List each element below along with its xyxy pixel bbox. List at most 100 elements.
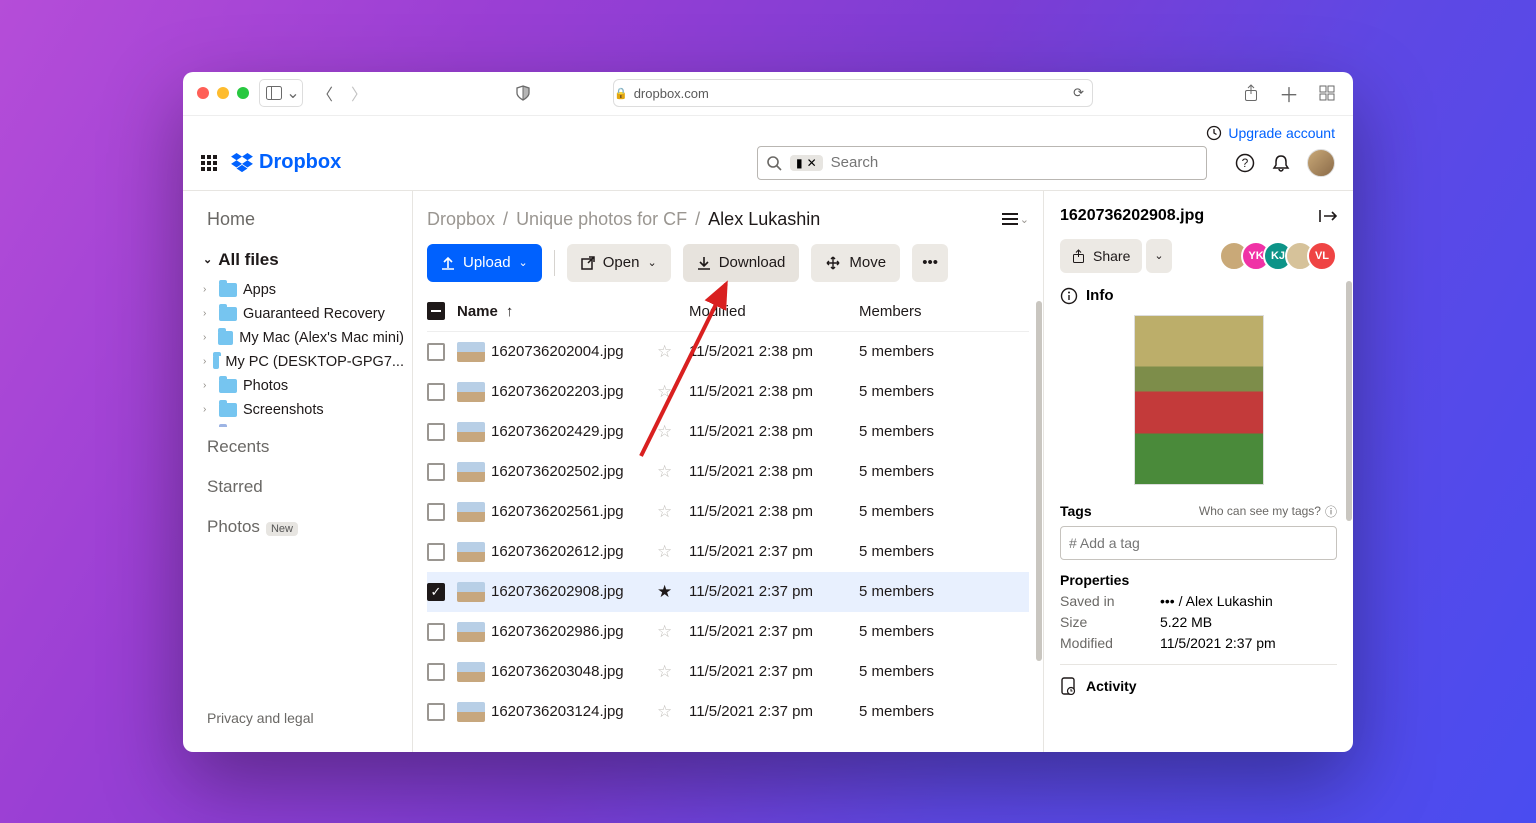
row-checkbox[interactable] [427,463,445,481]
star-icon[interactable]: ★ [657,582,689,602]
scrollbar[interactable] [1036,301,1042,661]
tabs-icon[interactable] [1315,81,1339,105]
chevron-right-icon: › [203,356,207,367]
bell-icon[interactable] [1271,153,1291,173]
table-row[interactable]: 1620736202561.jpg ☆ 11/5/2021 2:38 pm 5 … [427,492,1029,532]
row-checkbox[interactable] [427,543,445,561]
prop-val-saved[interactable]: ••• / Alex Lukashin [1160,593,1273,609]
folder-icon [218,331,234,345]
app-launcher-icon[interactable] [201,155,217,171]
back-button[interactable]: 〈 [313,81,337,105]
col-members[interactable]: Members [859,303,1029,320]
sidebar-recents[interactable]: Recents [183,427,412,467]
share-icon[interactable] [1239,81,1263,105]
search-bar[interactable]: ▮✕ [757,146,1207,180]
select-all-checkbox[interactable] [427,302,445,320]
new-tab-icon[interactable]: ＋ [1277,81,1301,105]
tags-visibility-link[interactable]: Who can see my tags?ⓘ [1199,503,1337,520]
row-checkbox[interactable] [427,343,445,361]
tree-item[interactable]: ›Screenshots [183,398,412,422]
crumb-root[interactable]: Dropbox [427,209,495,230]
share-button[interactable]: Share [1060,239,1142,273]
row-checkbox[interactable] [427,383,445,401]
forward-button[interactable]: 〉 [347,81,371,105]
sidebar-all-files[interactable]: ⌄All files [183,242,412,278]
table-row[interactable]: 1620736203124.jpg ☆ 11/5/2021 2:37 pm 5 … [427,692,1029,732]
sidebar-footer-link[interactable]: Privacy and legal [183,696,412,740]
share-options-button[interactable]: ⌄ [1146,239,1171,273]
sidebar: Home ⌄All files ›Apps›Guaranteed Recover… [183,191,413,752]
star-icon[interactable]: ☆ [657,542,689,562]
open-label: Open [603,254,640,271]
activity-section[interactable]: Activity [1060,664,1337,707]
star-icon[interactable]: ☆ [657,622,689,642]
browser-toolbar: ⌄ 〈 〉 🔒 dropbox.com ⟳ ＋ [183,72,1353,116]
scrollbar[interactable] [1346,281,1352,521]
sidebar-toggle[interactable]: ⌄ [259,79,303,107]
file-preview[interactable] [1134,315,1264,485]
member-avatars[interactable]: YKKJVL [1227,241,1337,271]
star-icon[interactable]: ☆ [657,382,689,402]
crumb-parent[interactable]: Unique photos for CF [516,209,687,230]
address-bar[interactable]: 🔒 dropbox.com ⟳ [613,79,1093,107]
col-name[interactable]: Name↑ [457,303,657,320]
folder-tree: ›Apps›Guaranteed Recovery›My Mac (Alex's… [183,278,412,427]
help-icon[interactable]: ? [1235,153,1255,173]
file-modified: 11/5/2021 2:37 pm [689,663,859,680]
table-row[interactable]: 1620736203048.jpg ☆ 11/5/2021 2:37 pm 5 … [427,652,1029,692]
close-window[interactable] [197,87,209,99]
crumb-current: Alex Lukashin [708,209,820,230]
open-button[interactable]: Open ⌄ [567,244,671,282]
sidebar-home[interactable]: Home [183,209,412,242]
tree-item[interactable]: ›Apps [183,278,412,302]
table-row[interactable]: 1620736202612.jpg ☆ 11/5/2021 2:37 pm 5 … [427,532,1029,572]
tree-item[interactable]: ›Guaranteed Recovery [183,302,412,326]
upgrade-link[interactable]: Upgrade account [1228,125,1335,141]
dropbox-logo[interactable]: Dropbox [231,151,341,174]
table-row[interactable]: ✓ 1620736202908.jpg ★ 11/5/2021 2:37 pm … [427,572,1029,612]
row-checkbox[interactable] [427,703,445,721]
table-row[interactable]: 1620736202986.jpg ☆ 11/5/2021 2:37 pm 5 … [427,612,1029,652]
search-scope-chip[interactable]: ▮✕ [790,155,823,171]
row-checkbox[interactable]: ✓ [427,583,445,601]
file-members: 5 members [859,623,1029,640]
upload-button[interactable]: Upload ⌄ [427,244,542,282]
sidebar-starred[interactable]: Starred [183,467,412,507]
chip-close-icon[interactable]: ✕ [807,156,817,170]
sidebar-photos[interactable]: PhotosNew [183,507,412,547]
move-button[interactable]: Move [811,244,900,282]
star-icon[interactable]: ☆ [657,702,689,722]
star-icon[interactable]: ☆ [657,662,689,682]
account-avatar[interactable] [1307,149,1335,177]
table-row[interactable]: 1620736202004.jpg ☆ 11/5/2021 2:38 pm 5 … [427,332,1029,372]
table-row[interactable]: 1620736202203.jpg ☆ 11/5/2021 2:38 pm 5 … [427,372,1029,412]
more-button[interactable]: ••• [912,244,948,282]
tree-item[interactable]: ›Photos [183,374,412,398]
maximize-window[interactable] [237,87,249,99]
row-checkbox[interactable] [427,663,445,681]
table-row[interactable]: 1620736202502.jpg ☆ 11/5/2021 2:38 pm 5 … [427,452,1029,492]
tag-input[interactable] [1060,526,1337,560]
download-icon [697,256,711,270]
shield-icon[interactable] [511,81,535,105]
collapse-panel-icon[interactable] [1319,209,1337,223]
prop-key-saved: Saved in [1060,593,1160,609]
row-checkbox[interactable] [427,423,445,441]
reload-icon[interactable]: ⟳ [1073,85,1092,101]
tree-item[interactable]: ›My PC (DESKTOP-GPG7... [183,350,412,374]
star-icon[interactable]: ☆ [657,342,689,362]
star-icon[interactable]: ☆ [657,462,689,482]
share-label: Share [1093,248,1130,264]
tree-item[interactable]: ›My Mac (Alex's Mac mini) [183,326,412,350]
minimize-window[interactable] [217,87,229,99]
member-avatar[interactable]: VL [1307,241,1337,271]
col-modified[interactable]: Modified [689,303,859,320]
table-row[interactable]: 1620736202429.jpg ☆ 11/5/2021 2:38 pm 5 … [427,412,1029,452]
row-checkbox[interactable] [427,503,445,521]
star-icon[interactable]: ☆ [657,422,689,442]
download-button[interactable]: Download [683,244,800,282]
search-input[interactable] [831,154,1198,171]
star-icon[interactable]: ☆ [657,502,689,522]
view-toggle[interactable]: ⌄ [1002,212,1029,226]
row-checkbox[interactable] [427,623,445,641]
